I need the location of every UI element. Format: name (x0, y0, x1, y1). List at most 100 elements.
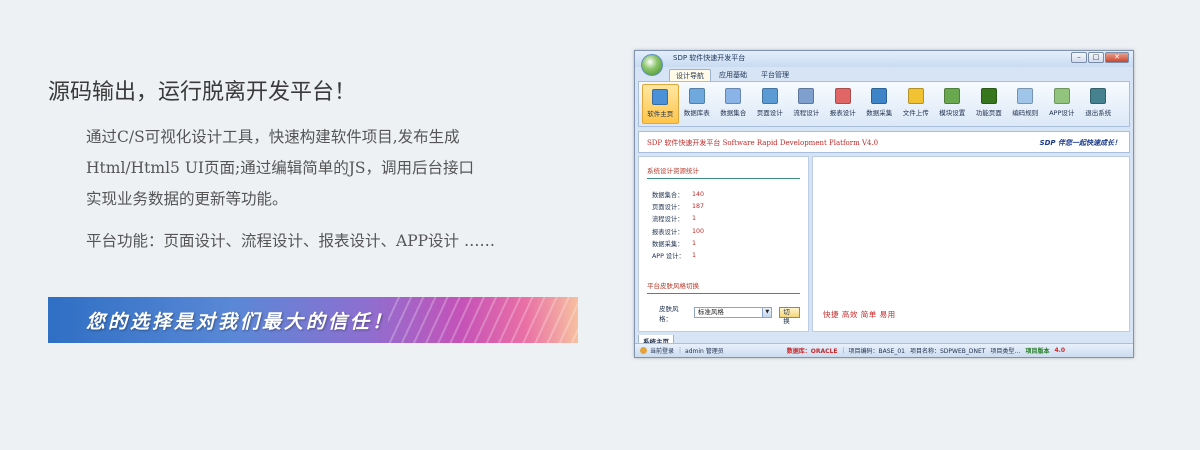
app-header-title: SDP 软件快速开发平台 Software Rapid Development … (647, 139, 879, 147)
ribbon-button[interactable]: 数据集合 (715, 84, 752, 124)
minimize-button[interactable]: – (1071, 52, 1087, 63)
status-user: admin 管理员 (685, 348, 724, 355)
ribbon-button-label: 退出系统 (1085, 109, 1112, 117)
switch-skin-button[interactable]: 切换 (779, 307, 800, 325)
data-collect-icon (871, 88, 888, 104)
report-chart-icon (834, 88, 851, 104)
ribbon-button-label: 报表设计 (829, 109, 856, 117)
ribbon-button[interactable]: 报表设计 (825, 84, 862, 124)
ribbon-button[interactable]: 退出系统 (1080, 84, 1117, 124)
ribbon-toolbar: 软件主页 数据库表 数据集合 页面设计 流程设计 报表设计 数据采集 文件上传 模块设置 功能页面… (638, 81, 1130, 127)
ribbon-button-label: 文件上传 (902, 109, 929, 117)
ribbon-button-label: 数据库表 (683, 109, 710, 117)
ribbon-button-label: 数据集合 (720, 109, 747, 117)
ribbon-button-label: 流程设计 (793, 109, 820, 117)
stat-row: 数据采集： 1 (652, 237, 800, 249)
app-orb-icon[interactable] (641, 54, 663, 76)
status-version: 4.0 (1054, 347, 1066, 354)
stat-value: 1 (692, 215, 697, 223)
stat-value: 100 (692, 227, 705, 235)
stat-value: 1 (692, 252, 697, 260)
ribbon-button-label: APP设计 (1049, 109, 1075, 117)
user-icon (640, 347, 647, 354)
ribbon-button[interactable]: 页面设计 (752, 84, 789, 124)
description-line: 实现业务数据的更新等功能。 (86, 190, 288, 208)
chevron-down-icon[interactable]: ▼ (762, 308, 772, 318)
status-db: 数据库：ORACLE (786, 348, 838, 355)
code-rule-icon (1017, 88, 1034, 104)
headline: 源码输出，运行脱离开发平台！ (48, 80, 357, 105)
module-settings-icon (944, 88, 961, 104)
skin-select[interactable]: 标准风格 ▼ (693, 307, 773, 319)
skin-row: 皮肤风格： 标准风格 ▼ 切换 (659, 303, 800, 325)
stat-label: 报表设计： (652, 228, 684, 236)
stat-label: 数据集合： (652, 191, 684, 199)
app-header: SDP 软件快速开发平台 Software Rapid Development … (638, 131, 1130, 153)
ribbon-button-label: 数据采集 (866, 109, 893, 117)
window-controls: – □ ✕ (1071, 52, 1129, 63)
stat-row: 流程设计： 1 (652, 213, 800, 225)
description: 通过C/S可视化设计工具，快速构建软件项目,发布生成 Html/Html5 UI… (86, 122, 556, 215)
page-design-icon (761, 88, 778, 104)
status-project-name: 项目名称：SDPWEB_DNET (909, 348, 986, 355)
ribbon-button-label: 软件主页 (647, 110, 674, 118)
stat-label: 页面设计： (652, 203, 684, 211)
ribbon-button-label: 模块设置 (939, 109, 966, 117)
stat-value: 140 (692, 190, 705, 198)
stat-value: 187 (692, 202, 705, 210)
stat-row: APP 设计： 1 (652, 249, 800, 261)
stats-panel: 系统设计资源统计 数据集合： 140 页面设计： 187 流程设计： 1 报表设计： 100 数… (638, 156, 809, 332)
ribbon-button-label: 编码规则 (1012, 109, 1039, 117)
maximize-button[interactable]: □ (1088, 52, 1104, 63)
tab-design-nav[interactable]: 设计导航 (669, 69, 711, 81)
ribbon-button[interactable]: 流程设计 (788, 84, 825, 124)
home-panel: 快捷 高效 简单 易用 (812, 156, 1130, 332)
status-version-label: 项目版本 (1025, 348, 1050, 355)
stat-label: 数据采集： (652, 240, 684, 248)
ribbon-button-label: 功能页面 (975, 109, 1002, 117)
app-header-slogan: SDP 伴您一起快速成长！ (1039, 139, 1121, 147)
skin-label: 皮肤风格： (659, 304, 679, 323)
skin-title: 平台皮肤风格切换 (647, 280, 800, 294)
stat-row: 页面设计： 187 (652, 200, 800, 212)
ribbon-button[interactable]: 文件上传 (898, 84, 935, 124)
stat-label: APP 设计： (652, 253, 685, 261)
flow-icon (798, 88, 815, 104)
status-project-type: 项目类型… (990, 348, 1021, 355)
ribbon-button[interactable]: 数据库表 (679, 84, 716, 124)
exit-icon (1090, 88, 1107, 104)
description-line: Html/Html5 UI页面;通过编辑简单的JS，调用后台接口 (86, 159, 475, 177)
database-table-icon (688, 88, 705, 104)
stat-label: 流程设计： (652, 216, 684, 224)
ribbon-button[interactable]: 数据采集 (861, 84, 898, 124)
file-upload-icon (907, 88, 924, 104)
stat-row: 报表设计： 100 (652, 225, 800, 237)
skin-select-value: 标准风格 (697, 308, 724, 317)
ribbon-button[interactable]: 模块设置 (934, 84, 971, 124)
home-icon (652, 89, 669, 105)
ribbon-button[interactable]: 软件主页 (642, 84, 679, 124)
status-bar: 当前登录 | admin 管理员 数据库：ORACLE | 项目编码：BASE_… (635, 343, 1133, 357)
stats-title: 系统设计资源统计 (647, 165, 800, 179)
main-content: 系统设计资源统计 数据集合： 140 页面设计： 187 流程设计： 1 报表设计： 100 数… (638, 156, 1130, 332)
dataset-icon (725, 88, 742, 104)
slogan-text: 快捷 高效 简单 易用 (823, 310, 896, 319)
window-title: SDP 软件快速开发平台 (673, 54, 746, 62)
ribbon-button[interactable]: APP设计 (1044, 84, 1081, 124)
title-bar: SDP 软件快速开发平台 – □ ✕ (635, 51, 1133, 76)
status-project-code: 项目编码：BASE_01 (848, 348, 905, 355)
android-icon (1053, 88, 1070, 104)
function-page-icon (980, 88, 997, 104)
ribbon-button-label: 页面设计 (756, 109, 783, 117)
ribbon-button[interactable]: 编码规则 (1007, 84, 1044, 124)
tab-platform-admin[interactable]: 平台管理 (755, 69, 795, 81)
status-login: 当前登录 (650, 348, 675, 355)
tab-app-basics[interactable]: 应用基础 (713, 69, 753, 81)
close-button[interactable]: ✕ (1105, 52, 1129, 63)
trust-banner: 您的选择是对我们最大的信任！ (48, 297, 578, 343)
description-line: 通过C/S可视化设计工具，快速构建软件项目,发布生成 (86, 128, 460, 146)
app-window: SDP 软件快速开发平台 – □ ✕ 设计导航 应用基础 平台管理 软件主页数据… (634, 50, 1134, 358)
ribbon-button[interactable]: 功能页面 (971, 84, 1008, 124)
banner-text: 您的选择是对我们最大的信任！ (86, 311, 395, 333)
features-text: 平台功能：页面设计、流程设计、报表设计、APP设计 …… (86, 232, 495, 250)
